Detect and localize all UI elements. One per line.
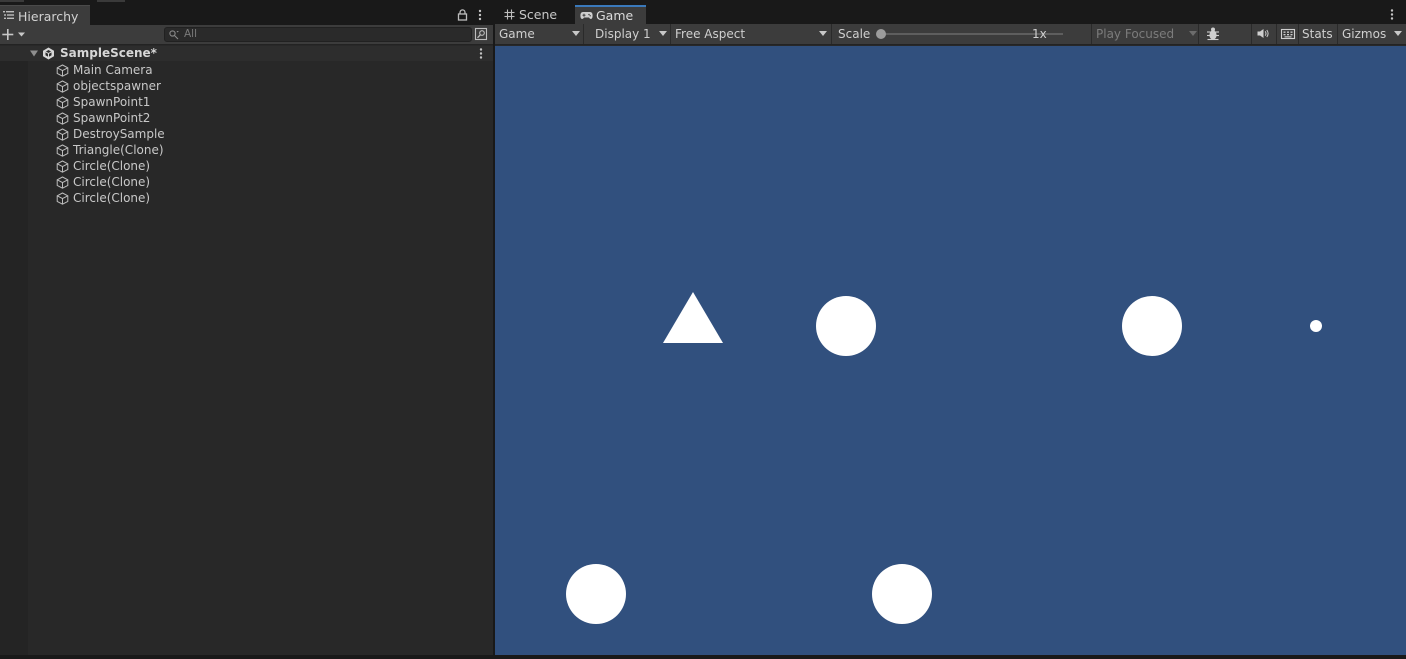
unity-logo-icon [43,47,54,60]
gamepad-icon [580,12,593,19]
hierarchy-tree: SampleScene* Main Camera objectspawner Spa… [0,46,493,655]
cube-icon [56,112,69,125]
hierarchy-item[interactable]: Main Camera [0,62,493,78]
aspect-label: Free Aspect [675,27,746,41]
small-circle-sprite [1310,320,1322,332]
plus-icon [2,29,14,40]
bug-icon [1207,27,1219,41]
add-object-button[interactable] [2,27,28,43]
cube-icon [56,96,69,109]
cube-icon [56,128,69,141]
tab-game[interactable]: Game [575,5,646,24]
play-mode-label: Play Focused [1096,27,1175,41]
chevron-down-icon [18,32,25,37]
hierarchy-item[interactable]: Circle(Clone) [0,174,493,190]
search-by-type-icon[interactable] [474,27,488,42]
tab-scene[interactable]: Scene [497,5,573,24]
editor-bottom-strip [0,655,1406,659]
list-icon [3,11,14,19]
top-strip-highlight [0,0,24,2]
game-render [566,292,1322,624]
hierarchy-item[interactable]: Triangle(Clone) [0,142,493,158]
cube-icon [56,160,69,173]
hierarchy-item-label: SpawnPoint2 [73,111,151,125]
cube-icon [56,64,69,77]
hierarchy-tab-bar: Hierarchy [0,5,493,25]
fold-arrow-icon[interactable] [30,50,38,57]
gizmos-button[interactable]: Gizmos [1337,24,1406,44]
hierarchy-panel: Hierarchy All SampleScene* Main Camera o… [0,5,493,655]
speaker-icon [1257,29,1269,38]
scene-root-row[interactable]: SampleScene* [0,46,493,61]
keyboard-icon [1280,28,1296,40]
hierarchy-tab-label: Hierarchy [18,9,79,24]
lock-icon[interactable] [457,9,468,21]
kebab-menu-icon[interactable] [478,47,484,60]
scale-slider-thumb[interactable] [876,29,886,39]
cube-icon [56,144,69,157]
hierarchy-item[interactable]: objectspawner [0,78,493,94]
keyboard-shortcuts-button[interactable] [1276,24,1298,44]
game-viewport[interactable] [495,46,1406,655]
scale-value: 1x [1032,27,1047,41]
display-label: Display 1 [595,27,651,41]
grid-icon [504,9,515,20]
tab-hierarchy[interactable]: Hierarchy [0,5,90,25]
chevron-down-icon [572,31,580,36]
hierarchy-item[interactable]: Circle(Clone) [0,158,493,174]
scale-label: Scale [838,27,871,41]
hierarchy-item[interactable]: SpawnPoint2 [0,110,493,126]
play-mode-dropdown[interactable]: Play Focused [1091,24,1199,44]
hierarchy-toolbar: All [0,25,493,45]
hierarchy-search-input[interactable]: All [164,27,472,42]
chevron-down-icon [1189,31,1197,36]
chevron-down-icon [659,31,667,36]
circle-sprite [566,564,626,624]
game-tab-bar: Scene Game [495,5,1406,24]
hierarchy-item-label: Circle(Clone) [73,159,151,173]
circle-sprite [816,296,876,356]
view-mode-dropdown[interactable]: Game [495,24,584,44]
search-icon [169,30,179,40]
hierarchy-item-label: Main Camera [73,63,153,77]
hierarchy-item-label: SpawnPoint1 [73,95,151,109]
gizmos-label: Gizmos [1342,27,1387,41]
tab-game-label: Game [596,8,634,23]
kebab-menu-icon[interactable] [1389,8,1395,21]
chevron-down-icon[interactable] [1394,31,1402,36]
hierarchy-item[interactable]: SpawnPoint1 [0,94,493,110]
hierarchy-item-label: objectspawner [73,79,161,93]
circle-sprite [1122,296,1182,356]
display-dropdown[interactable]: Display 1 [585,24,671,44]
hierarchy-item[interactable]: Circle(Clone) [0,190,493,206]
hierarchy-item-label: Triangle(Clone) [73,143,164,157]
frame-debugger-button[interactable] [1202,24,1224,44]
stats-button[interactable]: Stats [1298,24,1337,44]
tab-scene-label: Scene [519,7,558,22]
cube-icon [56,176,69,189]
top-strip-highlight [97,0,125,2]
cube-icon [56,80,69,93]
cube-icon [56,192,69,205]
aspect-dropdown[interactable]: Free Aspect [672,24,832,44]
stats-label: Stats [1302,27,1333,41]
circle-sprite [872,564,932,624]
hierarchy-item-label: Circle(Clone) [73,191,151,205]
hierarchy-item-label: Circle(Clone) [73,175,151,189]
scene-name: SampleScene* [60,46,157,60]
hierarchy-item[interactable]: DestroySample [0,126,493,142]
game-panel: Scene Game Game Display 1 Free Aspect Sc… [495,5,1406,655]
hierarchy-item-label: DestroySample [73,127,165,141]
mute-audio-button[interactable] [1251,24,1273,44]
kebab-menu-icon[interactable] [476,8,484,22]
game-toolbar: Game Display 1 Free Aspect Scale 1x Play… [495,24,1406,45]
triangle-sprite [663,292,723,343]
view-mode-label: Game [499,27,535,41]
chevron-down-icon [819,31,827,36]
search-placeholder: All [184,28,198,40]
scale-control: Scale 1x [833,24,1091,44]
